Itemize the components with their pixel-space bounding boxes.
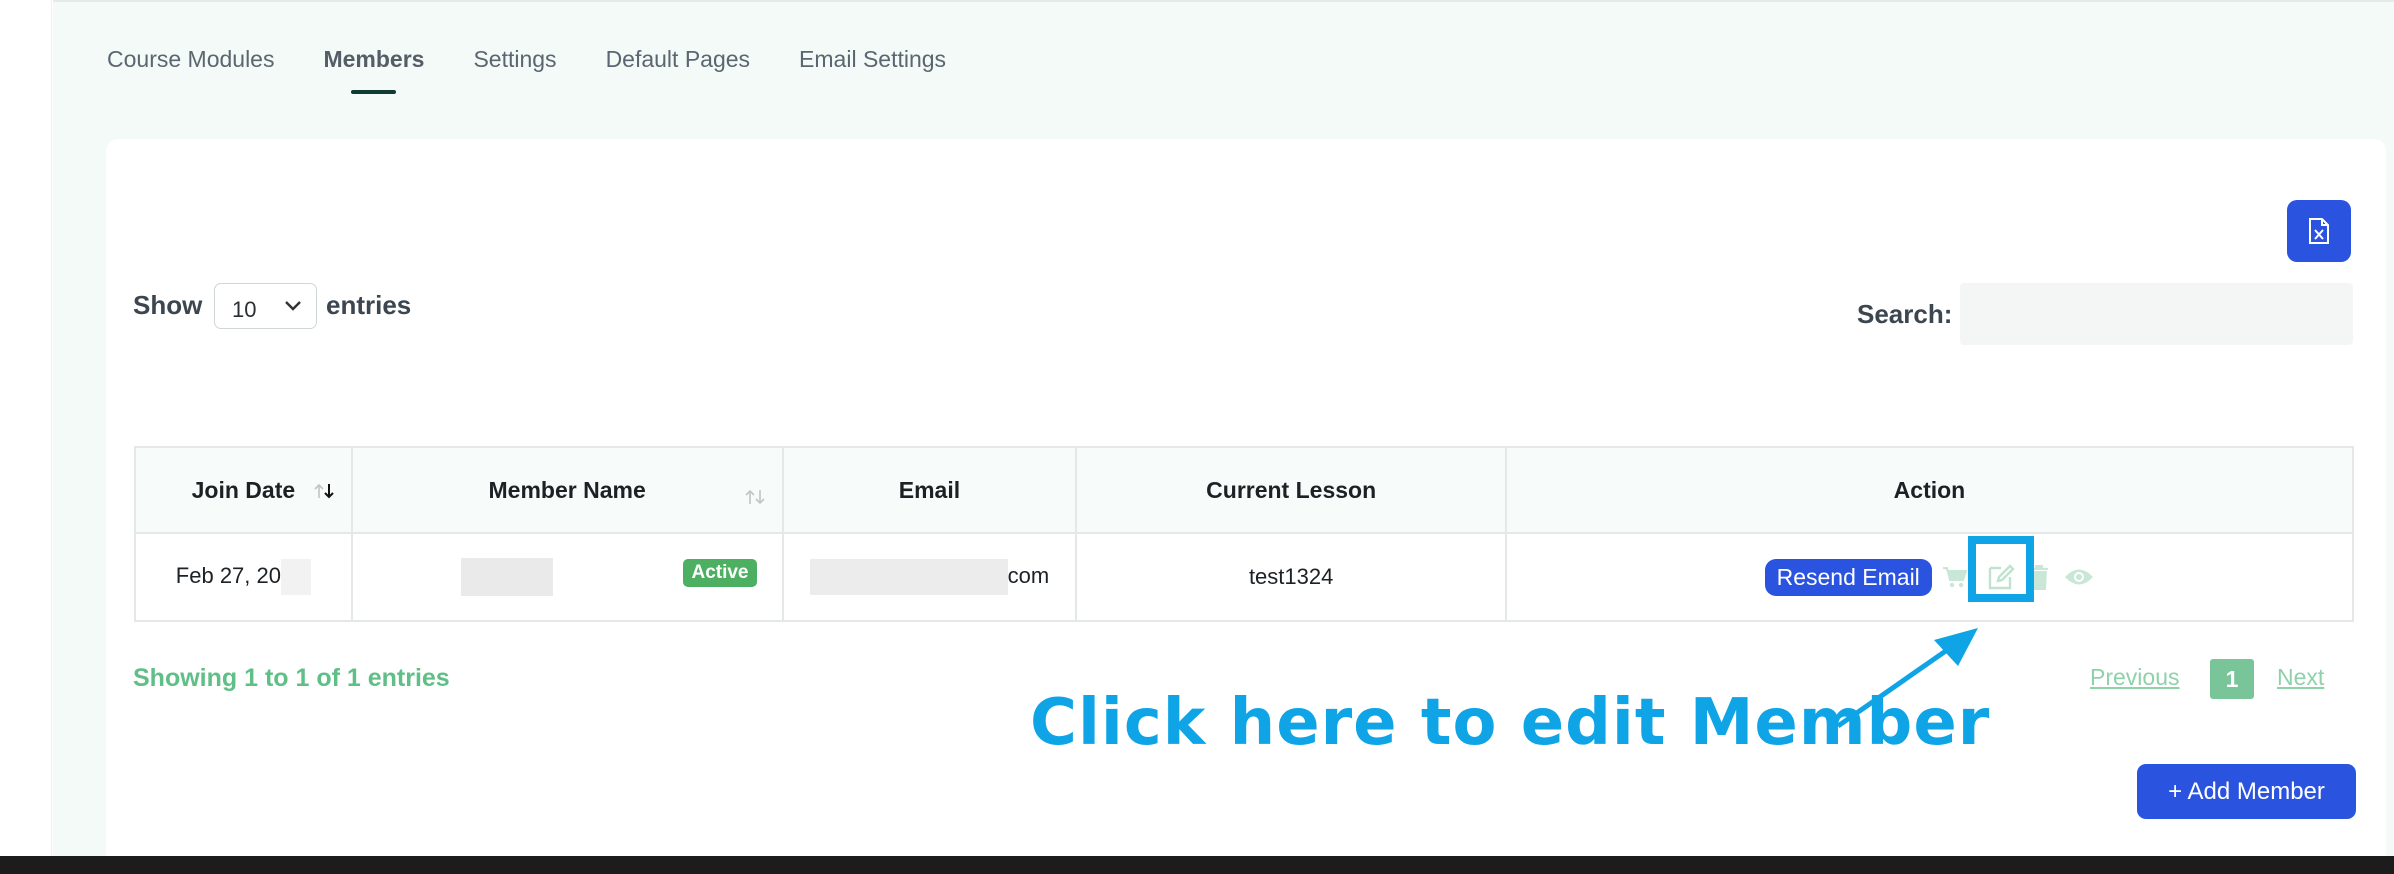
excel-file-icon [2309,218,2329,244]
search-label: Search: [1857,299,1953,329]
entries-select[interactable]: 10 [214,283,317,329]
resend-email-button[interactable]: Resend Email [1764,558,1932,596]
left-strip [0,0,52,874]
showing-entries-info: Showing 1 to 1 of 1 entries [133,664,450,692]
page-number-button[interactable]: 1 [2210,659,2254,699]
cell-email: com [781,532,1078,622]
redacted-name [461,558,554,596]
tab-default-pages[interactable]: Default Pages [606,46,750,92]
header-member-name[interactable]: Member Name [350,446,784,534]
tab-members[interactable]: Members [323,46,424,94]
cell-member-name: Active [350,532,784,622]
show-label: Show [133,290,203,320]
header-action: Action [1504,446,2355,534]
status-badge: Active [683,559,757,587]
redacted-block [280,559,311,595]
header-join-date[interactable]: Join Date [134,446,353,534]
redacted-email [809,559,1008,595]
export-excel-button[interactable] [2287,200,2351,262]
sort-icon [744,489,765,505]
top-divider [53,0,2394,4]
previous-page-link[interactable]: Previous [2090,664,2179,691]
header-member-name-label: Member Name [488,476,646,503]
tab-course-modules[interactable]: Course Modules [107,46,274,92]
entries-label: entries [326,290,412,320]
add-member-button[interactable]: + Add Member [2137,764,2356,819]
chevron-down-icon [285,301,301,311]
edit-highlight-box [1968,536,2034,602]
header-email: Email [781,446,1078,534]
header-join-date-label: Join Date [191,476,296,503]
join-date-text: Feb 27, 20 [175,562,281,588]
entries-select-value: 10 [232,297,257,322]
eye-icon[interactable] [2064,566,2094,588]
cell-action: Resend Email [1504,532,2355,622]
email-suffix: com [1007,562,1050,588]
header-current-lesson: Current Lesson [1075,446,1507,534]
tab-email-settings[interactable]: Email Settings [799,46,946,92]
sort-desc-icon [314,483,334,499]
cell-current-lesson: test1324 [1075,532,1507,622]
tab-bar: Course Modules Members Settings Default … [107,46,995,94]
search-input[interactable] [1960,283,2353,345]
bottom-bar [0,856,2394,874]
next-page-link[interactable]: Next [2277,664,2324,691]
annotation-text: Click here to edit Member [1030,686,1991,760]
cell-join-date: Feb 27, 20 [134,532,353,622]
tab-settings[interactable]: Settings [473,46,556,92]
cart-icon[interactable] [1942,565,1968,589]
